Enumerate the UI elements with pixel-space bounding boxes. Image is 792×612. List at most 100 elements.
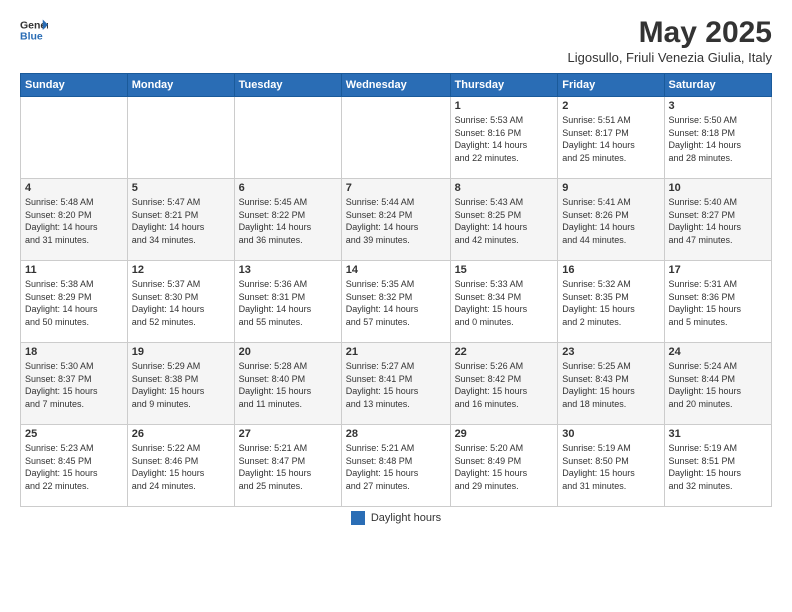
calendar-cell: 6Sunrise: 5:45 AM Sunset: 8:22 PM Daylig… bbox=[234, 179, 341, 261]
weekday-header-thursday: Thursday bbox=[450, 74, 558, 97]
day-number: 6 bbox=[239, 182, 337, 194]
calendar-cell: 3 Sunrise: 5:50 AM Sunset: 8:18 PM Daylig… bbox=[664, 97, 771, 179]
day-info: Sunrise: 5:41 AM Sunset: 8:26 PM Dayligh… bbox=[562, 196, 659, 246]
day-number: 16 bbox=[562, 264, 659, 276]
calendar-week-row: 1 Sunrise: 5:53 AM Sunset: 8:16 PM Daylig… bbox=[21, 97, 772, 179]
day-info: Sunrise: 5:19 AM Sunset: 8:51 PM Dayligh… bbox=[669, 442, 767, 492]
title-block: May 2025 Ligosullo, Friuli Venezia Giuli… bbox=[568, 16, 773, 65]
header: General Blue May 2025 Ligosullo, Friuli … bbox=[20, 16, 772, 65]
calendar-cell: 4 Sunrise: 5:48 AM Sunset: 8:20 PM Daylig… bbox=[21, 179, 128, 261]
calendar-cell: 21Sunrise: 5:27 AM Sunset: 8:41 PM Dayli… bbox=[341, 343, 450, 425]
day-info: Sunrise: 5:22 AM Sunset: 8:46 PM Dayligh… bbox=[132, 442, 230, 492]
calendar-cell bbox=[234, 97, 341, 179]
calendar-cell: 16 Sunrise: 5:32 AM Sunset: 8:35 PM Dayli… bbox=[558, 261, 664, 343]
weekday-header-tuesday: Tuesday bbox=[234, 74, 341, 97]
day-number: 18 bbox=[25, 346, 123, 358]
calendar-cell: 11Sunrise: 5:38 AM Sunset: 8:29 PM Dayli… bbox=[21, 261, 128, 343]
day-info: Sunrise: 5:32 AM Sunset: 8:35 PM Dayligh… bbox=[562, 278, 659, 328]
day-number: 24 bbox=[669, 346, 767, 358]
day-info: Sunrise: 5:35 AM Sunset: 8:32 PM Dayligh… bbox=[346, 278, 446, 328]
calendar-cell: 20Sunrise: 5:28 AM Sunset: 8:40 PM Dayli… bbox=[234, 343, 341, 425]
weekday-header-row: SundayMondayTuesdayWednesdayThursdayFrid… bbox=[21, 74, 772, 97]
day-info: Sunrise: 5:20 AM Sunset: 8:49 PM Dayligh… bbox=[455, 442, 554, 492]
calendar-cell: 30Sunrise: 5:19 AM Sunset: 8:50 PM Dayli… bbox=[558, 425, 664, 507]
day-info: Sunrise: 5:19 AM Sunset: 8:50 PM Dayligh… bbox=[562, 442, 659, 492]
calendar-week-row: 4 Sunrise: 5:48 AM Sunset: 8:20 PM Daylig… bbox=[21, 179, 772, 261]
day-number: 1 bbox=[455, 100, 554, 112]
day-info: Sunrise: 5:29 AM Sunset: 8:38 PM Dayligh… bbox=[132, 360, 230, 410]
day-info: Sunrise: 5:40 AM Sunset: 8:27 PM Dayligh… bbox=[669, 196, 767, 246]
day-info: Sunrise: 5:50 AM Sunset: 8:18 PM Dayligh… bbox=[669, 114, 767, 164]
day-info: Sunrise: 5:36 AM Sunset: 8:31 PM Dayligh… bbox=[239, 278, 337, 328]
weekday-header-sunday: Sunday bbox=[21, 74, 128, 97]
day-number: 23 bbox=[562, 346, 659, 358]
day-number: 26 bbox=[132, 428, 230, 440]
calendar-cell: 24 Sunrise: 5:24 AM Sunset: 8:44 PM Dayli… bbox=[664, 343, 771, 425]
calendar-week-row: 11Sunrise: 5:38 AM Sunset: 8:29 PM Dayli… bbox=[21, 261, 772, 343]
day-number: 10 bbox=[669, 182, 767, 194]
calendar-cell: 31Sunrise: 5:19 AM Sunset: 8:51 PM Dayli… bbox=[664, 425, 771, 507]
day-info: Sunrise: 5:37 AM Sunset: 8:30 PM Dayligh… bbox=[132, 278, 230, 328]
page: General Blue May 2025 Ligosullo, Friuli … bbox=[0, 0, 792, 612]
day-number: 7 bbox=[346, 182, 446, 194]
day-number: 4 bbox=[25, 182, 123, 194]
day-number: 5 bbox=[132, 182, 230, 194]
calendar-cell: 17Sunrise: 5:31 AM Sunset: 8:36 PM Dayli… bbox=[664, 261, 771, 343]
day-number: 19 bbox=[132, 346, 230, 358]
calendar-cell: 13 Sunrise: 5:36 AM Sunset: 8:31 PM Dayli… bbox=[234, 261, 341, 343]
month-title: May 2025 bbox=[568, 16, 773, 50]
day-info: Sunrise: 5:26 AM Sunset: 8:42 PM Dayligh… bbox=[455, 360, 554, 410]
day-number: 28 bbox=[346, 428, 446, 440]
calendar-cell: 19 Sunrise: 5:29 AM Sunset: 8:38 PM Dayli… bbox=[127, 343, 234, 425]
calendar-cell: 26 Sunrise: 5:22 AM Sunset: 8:46 PM Dayli… bbox=[127, 425, 234, 507]
day-number: 14 bbox=[346, 264, 446, 276]
legend-color-box bbox=[351, 511, 365, 525]
day-info: Sunrise: 5:21 AM Sunset: 8:47 PM Dayligh… bbox=[239, 442, 337, 492]
generalblue-logo-icon: General Blue bbox=[20, 16, 48, 44]
day-info: Sunrise: 5:48 AM Sunset: 8:20 PM Dayligh… bbox=[25, 196, 123, 246]
day-info: Sunrise: 5:51 AM Sunset: 8:17 PM Dayligh… bbox=[562, 114, 659, 164]
calendar-table: SundayMondayTuesdayWednesdayThursdayFrid… bbox=[20, 73, 772, 507]
day-number: 13 bbox=[239, 264, 337, 276]
day-info: Sunrise: 5:23 AM Sunset: 8:45 PM Dayligh… bbox=[25, 442, 123, 492]
calendar-cell: 23 Sunrise: 5:25 AM Sunset: 8:43 PM Dayli… bbox=[558, 343, 664, 425]
day-number: 8 bbox=[455, 182, 554, 194]
day-number: 15 bbox=[455, 264, 554, 276]
day-info: Sunrise: 5:31 AM Sunset: 8:36 PM Dayligh… bbox=[669, 278, 767, 328]
svg-text:Blue: Blue bbox=[20, 31, 43, 43]
calendar-cell: 15 Sunrise: 5:33 AM Sunset: 8:34 PM Dayli… bbox=[450, 261, 558, 343]
day-info: Sunrise: 5:33 AM Sunset: 8:34 PM Dayligh… bbox=[455, 278, 554, 328]
footer: Daylight hours bbox=[20, 511, 772, 525]
calendar-cell: 22 Sunrise: 5:26 AM Sunset: 8:42 PM Dayli… bbox=[450, 343, 558, 425]
day-info: Sunrise: 5:43 AM Sunset: 8:25 PM Dayligh… bbox=[455, 196, 554, 246]
calendar-cell: 7Sunrise: 5:44 AM Sunset: 8:24 PM Daylig… bbox=[341, 179, 450, 261]
day-number: 25 bbox=[25, 428, 123, 440]
day-info: Sunrise: 5:53 AM Sunset: 8:16 PM Dayligh… bbox=[455, 114, 554, 164]
calendar-cell: 28 Sunrise: 5:21 AM Sunset: 8:48 PM Dayli… bbox=[341, 425, 450, 507]
calendar-cell: 25 Sunrise: 5:23 AM Sunset: 8:45 PM Dayli… bbox=[21, 425, 128, 507]
calendar-cell: 14 Sunrise: 5:35 AM Sunset: 8:32 PM Dayli… bbox=[341, 261, 450, 343]
day-number: 22 bbox=[455, 346, 554, 358]
calendar-week-row: 18Sunrise: 5:30 AM Sunset: 8:37 PM Dayli… bbox=[21, 343, 772, 425]
logo: General Blue bbox=[20, 16, 48, 44]
calendar-cell: 1 Sunrise: 5:53 AM Sunset: 8:16 PM Daylig… bbox=[450, 97, 558, 179]
location-subtitle: Ligosullo, Friuli Venezia Giulia, Italy bbox=[568, 50, 773, 65]
day-number: 9 bbox=[562, 182, 659, 194]
day-info: Sunrise: 5:21 AM Sunset: 8:48 PM Dayligh… bbox=[346, 442, 446, 492]
calendar-cell: 5 Sunrise: 5:47 AM Sunset: 8:21 PM Daylig… bbox=[127, 179, 234, 261]
calendar-cell: 9 Sunrise: 5:41 AM Sunset: 8:26 PM Daylig… bbox=[558, 179, 664, 261]
day-info: Sunrise: 5:24 AM Sunset: 8:44 PM Dayligh… bbox=[669, 360, 767, 410]
day-number: 11 bbox=[25, 264, 123, 276]
calendar-cell: 8 Sunrise: 5:43 AM Sunset: 8:25 PM Daylig… bbox=[450, 179, 558, 261]
day-info: Sunrise: 5:25 AM Sunset: 8:43 PM Dayligh… bbox=[562, 360, 659, 410]
day-number: 12 bbox=[132, 264, 230, 276]
weekday-header-monday: Monday bbox=[127, 74, 234, 97]
day-info: Sunrise: 5:27 AM Sunset: 8:41 PM Dayligh… bbox=[346, 360, 446, 410]
day-number: 3 bbox=[669, 100, 767, 112]
day-info: Sunrise: 5:47 AM Sunset: 8:21 PM Dayligh… bbox=[132, 196, 230, 246]
calendar-cell: 10 Sunrise: 5:40 AM Sunset: 8:27 PM Dayli… bbox=[664, 179, 771, 261]
weekday-header-saturday: Saturday bbox=[664, 74, 771, 97]
calendar-cell bbox=[127, 97, 234, 179]
calendar-cell bbox=[341, 97, 450, 179]
weekday-header-friday: Friday bbox=[558, 74, 664, 97]
